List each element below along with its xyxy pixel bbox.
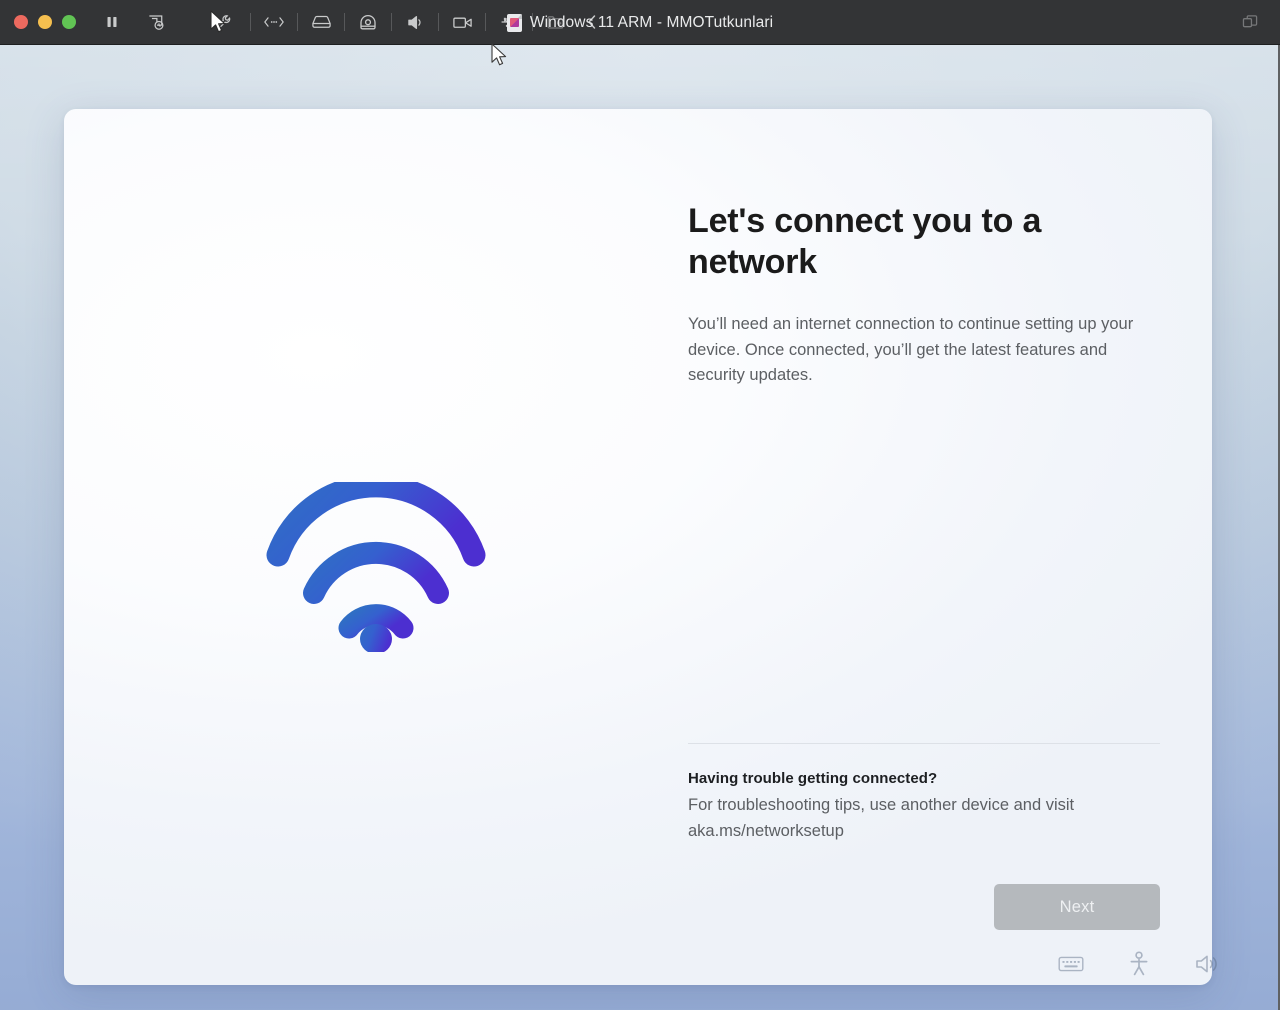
accessibility-icon[interactable] bbox=[1128, 951, 1150, 977]
page-subtext: You’ll need an internet connection to co… bbox=[688, 315, 1134, 385]
toolbar-divider bbox=[438, 13, 439, 31]
network-icon[interactable] bbox=[256, 6, 292, 38]
settings-wrench-icon[interactable] bbox=[206, 6, 242, 38]
sound-icon[interactable] bbox=[397, 6, 433, 38]
toolbar-divider bbox=[485, 13, 486, 31]
video-camera-icon[interactable] bbox=[444, 6, 480, 38]
camera-icon[interactable] bbox=[350, 6, 386, 38]
volume-icon[interactable] bbox=[1194, 953, 1220, 975]
minimize-button[interactable] bbox=[38, 15, 52, 29]
usb-icon[interactable] bbox=[491, 6, 527, 38]
screen: Windows 11 ARM - MMOTutkunlari Let's con… bbox=[0, 0, 1280, 1010]
action-row: Next bbox=[688, 884, 1160, 930]
maximize-button[interactable] bbox=[62, 15, 76, 29]
hard-disk-icon[interactable] bbox=[303, 6, 339, 38]
collapse-chevron-icon[interactable] bbox=[574, 6, 610, 38]
toolbar-divider bbox=[297, 13, 298, 31]
shared-folder-icon[interactable] bbox=[538, 6, 574, 38]
window-controls bbox=[0, 15, 76, 29]
close-button[interactable] bbox=[14, 15, 28, 29]
toolbar-divider bbox=[250, 13, 251, 31]
keyboard-icon[interactable] bbox=[1058, 955, 1084, 973]
oobe-illustration bbox=[64, 109, 688, 985]
toolbar-divider bbox=[532, 13, 533, 31]
troubleshoot-body: For troubleshooting tips, use another de… bbox=[688, 796, 1075, 840]
troubleshoot-section: Having trouble getting connected? For tr… bbox=[688, 743, 1160, 844]
snapshot-icon[interactable] bbox=[138, 6, 174, 38]
guest-screen: Let's connect you to a network You’ll ne… bbox=[0, 45, 1280, 1010]
page-title: Let's connect you to a network bbox=[688, 202, 1042, 282]
window-overlap-icon[interactable] bbox=[1232, 7, 1268, 39]
toolbar-divider bbox=[391, 13, 392, 31]
oobe-card: Let's connect you to a network You’ll ne… bbox=[64, 109, 1212, 985]
oobe-content: Let's connect you to a network You’ll ne… bbox=[688, 109, 1212, 985]
vm-toolbar bbox=[94, 6, 610, 38]
oobe-tray bbox=[1058, 951, 1220, 977]
pause-icon[interactable] bbox=[94, 6, 130, 38]
next-button[interactable]: Next bbox=[994, 884, 1160, 930]
toolbar-divider bbox=[344, 13, 345, 31]
vm-toolbar-right bbox=[1232, 0, 1268, 45]
wifi-icon bbox=[266, 474, 486, 654]
troubleshoot-title: Having trouble getting connected? bbox=[688, 770, 938, 787]
vm-titlebar bbox=[0, 0, 1280, 45]
